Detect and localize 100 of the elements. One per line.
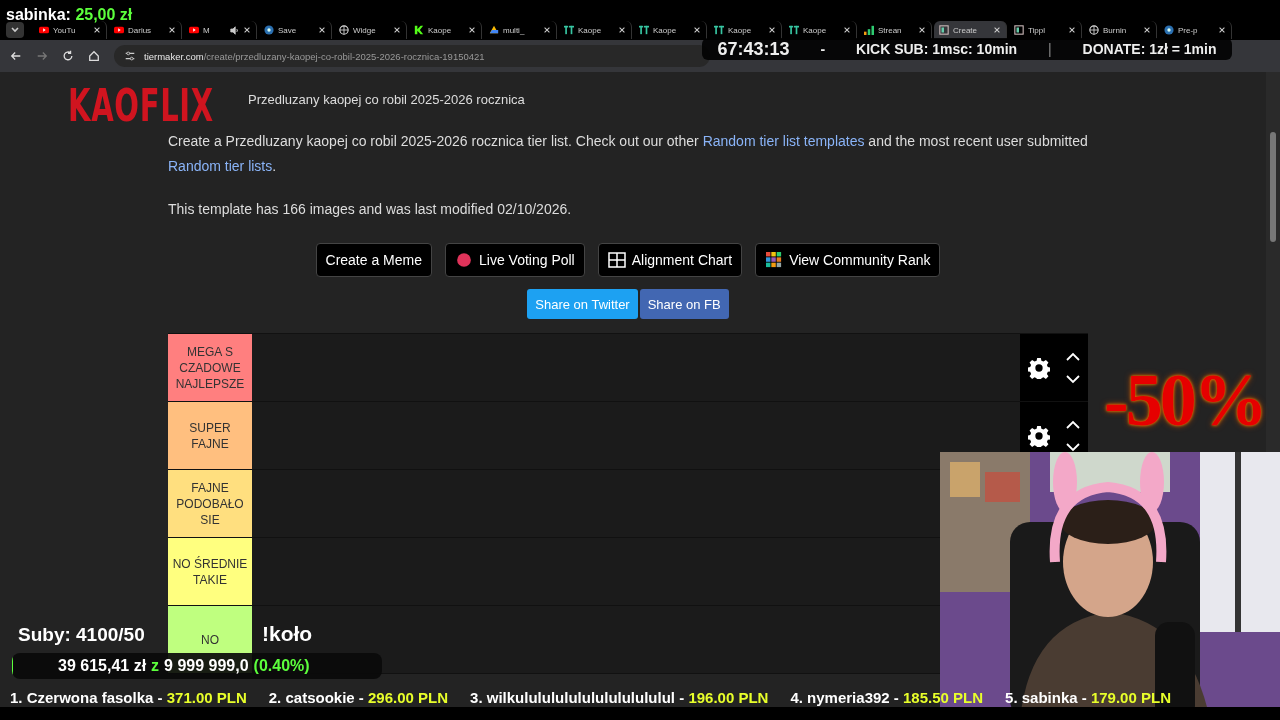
site-settings-icon[interactable]	[124, 50, 136, 62]
close-icon[interactable]	[918, 26, 926, 34]
tab-title: multi_	[503, 25, 526, 35]
tab-title: M	[203, 25, 211, 35]
close-icon[interactable]	[318, 26, 326, 34]
home-icon[interactable]	[88, 50, 100, 62]
donation-amount: 371.00 PLN	[166, 689, 247, 706]
close-icon[interactable]	[1218, 26, 1226, 34]
page-title: Przedluzany kaopej co robil 2025-2026 rocznica	[248, 92, 526, 107]
tab-title: YouTu	[53, 25, 77, 35]
caret-icon	[10, 25, 20, 35]
tab-search-button[interactable]	[6, 22, 24, 38]
browser-tab[interactable]: Save	[259, 21, 332, 39]
browser-tab[interactable]: Widge	[334, 21, 407, 39]
page-icon	[1014, 25, 1024, 35]
close-icon[interactable]	[618, 26, 626, 34]
donation-amount: 25,00 zł	[75, 6, 133, 23]
tab-title: Kaope	[653, 25, 678, 35]
forward-icon[interactable]	[36, 50, 48, 62]
share-button[interactable]: Share on FB	[639, 289, 729, 319]
action-button[interactable]: Alignment Chart	[597, 243, 743, 277]
action-button[interactable]: Live Voting Poll	[445, 243, 585, 277]
donation-amount: 179.00 PLN	[1090, 689, 1171, 706]
browser-tab[interactable]: multi_	[484, 21, 557, 39]
url-text: tiermaker.com/create/przedluzany-kaopej-co-robil-2025-2026-rocznica-19150421	[144, 50, 485, 62]
of-text: z	[151, 657, 160, 675]
donor-rank: 5. sabinka -	[1005, 689, 1087, 706]
donor-rank: 3. wilkulululululululululululul -	[470, 689, 685, 706]
grid-icon	[607, 252, 626, 268]
tab-title: Pre-p	[1178, 25, 1199, 35]
disc-icon	[1164, 25, 1174, 35]
close-icon[interactable]	[468, 26, 476, 34]
tab-title: Strean	[878, 25, 903, 35]
reload-icon[interactable]	[62, 50, 74, 62]
tier-label: MEGA S CZADOWE NAJLEPSZE	[168, 334, 252, 401]
donor-rank: 1. Czerwona fasolka -	[10, 689, 163, 706]
donation-amount: 296.00 PLN	[368, 689, 449, 706]
tab-title: Kaope	[428, 25, 453, 35]
close-icon[interactable]	[1143, 26, 1151, 34]
browser-tab[interactable]: M	[184, 21, 257, 39]
browser-tab[interactable]: Darius	[109, 21, 182, 39]
close-icon[interactable]	[243, 26, 251, 34]
move-up-icon[interactable]	[1064, 419, 1081, 430]
play-icon	[114, 25, 124, 35]
close-icon[interactable]	[693, 26, 701, 34]
settings-icon[interactable]	[1027, 356, 1050, 379]
speaker-icon	[230, 25, 239, 35]
text-link[interactable]: Random tier list templates	[702, 133, 865, 149]
tiles-icon	[639, 25, 649, 35]
logo: KAOFLIX	[68, 80, 214, 131]
tab-title: Kaope	[803, 25, 828, 35]
browser-tab[interactable]: Kaope	[409, 21, 482, 39]
command-text: !koło	[262, 622, 313, 646]
separator-text: |	[1048, 41, 1052, 57]
template-info-text: This template has 166 images and was last modified 02/10/2026.	[168, 201, 573, 217]
move-down-icon[interactable]	[1064, 373, 1081, 384]
donor-rank: 2. catsookie -	[268, 689, 364, 706]
action-button[interactable]: View Community Rank	[755, 243, 941, 277]
donor-name: sabinka:	[6, 6, 71, 23]
donation-amount: 196.00 PLN	[688, 689, 769, 706]
browser-tab[interactable]: Create	[934, 21, 1007, 39]
move-up-icon[interactable]	[1064, 351, 1081, 362]
promo-text: -50%	[1104, 358, 1265, 443]
tab-title: Kaope	[578, 25, 603, 35]
close-icon[interactable]	[768, 26, 776, 34]
close-icon[interactable]	[393, 26, 401, 34]
close-icon[interactable]	[1068, 26, 1076, 34]
separator-text: -	[820, 41, 826, 57]
browser-tab[interactable]: Kaope	[634, 21, 707, 39]
tiles-icon	[714, 25, 724, 35]
tier-label: NO ŚREDNIE TAKIE	[168, 538, 252, 605]
countdown-text: 67:43:13	[717, 38, 790, 60]
settings-icon[interactable]	[1027, 424, 1050, 447]
close-icon[interactable]	[843, 26, 851, 34]
play-icon	[189, 25, 199, 35]
close-icon[interactable]	[993, 26, 1001, 34]
browser-tab[interactable]: Kaope	[559, 21, 632, 39]
close-icon[interactable]	[93, 26, 101, 34]
tier-label: FAJNE PODOBAŁO SIE	[168, 470, 252, 537]
address-field[interactable]: tiermaker.com/create/przedluzany-kaopej-co-robil-2025-2026-rocznica-19150421	[114, 45, 710, 67]
triangle-icon	[489, 25, 499, 35]
back-icon[interactable]	[10, 50, 22, 62]
donate-rate-text: DONATE: 1zł = 1min	[1082, 41, 1217, 57]
tab-title: Tippl	[1028, 25, 1047, 35]
action-button[interactable]: Create a Meme	[315, 243, 432, 277]
tiles-icon	[564, 25, 574, 35]
close-icon[interactable]	[543, 26, 551, 34]
tab-title: Save	[278, 25, 298, 35]
close-icon[interactable]	[168, 26, 176, 34]
tab-title: Widge	[353, 25, 377, 35]
percent-text: (0.40%)	[253, 657, 310, 675]
tiles-icon	[789, 25, 799, 35]
sub-goal-label: Suby: 4100/50	[18, 624, 145, 646]
scrollbar-thumb[interactable]	[1270, 132, 1276, 242]
globe-icon	[339, 25, 349, 35]
move-down-icon[interactable]	[1064, 441, 1081, 452]
tab-title: Darius	[128, 25, 153, 35]
raised-amount: 39 615,41 zł	[58, 657, 147, 675]
donor-rank: 4. nymeria392 -	[790, 689, 899, 706]
tier-label: SUPER FAJNE	[168, 402, 252, 469]
